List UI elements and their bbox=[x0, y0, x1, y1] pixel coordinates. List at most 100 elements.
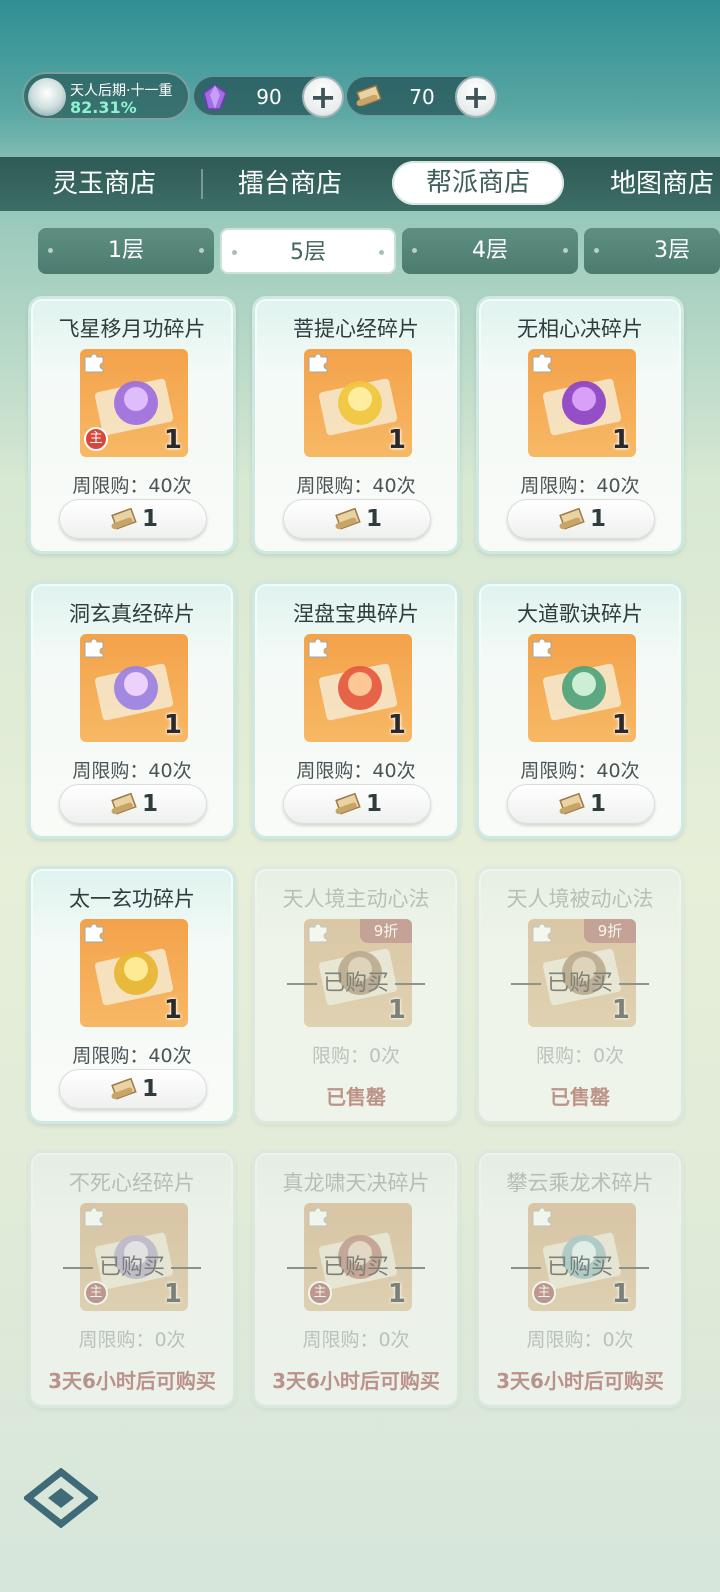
discount-badge: 9折 bbox=[360, 919, 412, 943]
buy-button[interactable]: 1 bbox=[507, 499, 655, 539]
purchased-label: 已购买 bbox=[322, 1255, 389, 1280]
tab-map-shop[interactable]: 地图商店 bbox=[610, 157, 714, 211]
fragment-piece-icon bbox=[532, 1207, 552, 1227]
shop-item-card[interactable]: 太一玄功碎片 1 周限购：40次 1 bbox=[28, 866, 236, 1124]
tab-guild-shop[interactable]: 帮派商店 bbox=[392, 161, 565, 205]
item-price: 1 bbox=[590, 506, 607, 532]
buy-button[interactable]: 1 bbox=[59, 784, 207, 824]
purchase-limit: 周限购：0次 bbox=[526, 1329, 634, 1351]
fragment-piece-icon bbox=[84, 1207, 104, 1227]
tab-divider bbox=[201, 169, 203, 199]
buy-button[interactable]: 1 bbox=[283, 784, 431, 824]
item-quantity: 1 bbox=[163, 710, 182, 740]
fragment-piece-icon bbox=[532, 353, 552, 373]
item-quantity: 1 bbox=[611, 995, 630, 1025]
fragment-piece-icon bbox=[308, 1207, 328, 1227]
item-image: 1 bbox=[528, 349, 636, 457]
item-price: 1 bbox=[366, 506, 383, 532]
shop-item-card[interactable]: 菩提心经碎片 1 周限购：40次 1 bbox=[252, 296, 460, 554]
fragment-piece-icon bbox=[532, 638, 552, 658]
purchase-limit: 周限购：40次 bbox=[296, 760, 416, 782]
item-image: 1 bbox=[304, 634, 412, 742]
item-title: 攀云乘龙术碎片 bbox=[506, 1171, 654, 1195]
item-image: 主1 bbox=[80, 349, 188, 457]
tab-ornament bbox=[594, 248, 599, 253]
purchase-limit: 周限购：40次 bbox=[296, 475, 416, 497]
floor-tab-1[interactable]: 1层 bbox=[38, 228, 214, 274]
fragment-piece-icon bbox=[308, 638, 328, 658]
realm-progress: 82.31% bbox=[70, 98, 137, 117]
purchase-limit: 限购：0次 bbox=[535, 1045, 625, 1067]
buy-button[interactable]: 1 bbox=[507, 784, 655, 824]
item-quantity: 1 bbox=[387, 710, 406, 740]
item-price: 1 bbox=[142, 506, 159, 532]
tab-ornament bbox=[232, 250, 237, 255]
shop-item-card[interactable]: 飞星移月功碎片 主 1 周限购：40次 1 bbox=[28, 296, 236, 554]
shop-item-card[interactable]: 天人境被动心法 9折 1 已购买 限购：0次 已售罄 bbox=[476, 866, 684, 1124]
scroll-token-icon bbox=[111, 507, 137, 530]
crystal-count: 90 bbox=[256, 85, 282, 109]
item-quantity: 1 bbox=[387, 425, 406, 455]
shop-item-card[interactable]: 不死心经碎片 主 1 已购买 周限购：0次 3天6小时后可购买 bbox=[28, 1150, 236, 1408]
item-quantity: 1 bbox=[387, 995, 406, 1025]
shop-item-card[interactable]: 涅盘宝典碎片 1 周限购：40次 1 bbox=[252, 581, 460, 839]
fragment-piece-icon bbox=[84, 353, 104, 373]
item-title: 无相心决碎片 bbox=[517, 317, 643, 341]
item-image: 1 bbox=[528, 634, 636, 742]
fragment-piece-icon bbox=[84, 923, 104, 943]
shop-item-card[interactable]: 无相心决碎片 1 周限购：40次 1 bbox=[476, 296, 684, 554]
purchased-overlay: 已购买 bbox=[31, 1249, 233, 1281]
currency-scroll: 70 + bbox=[346, 76, 497, 118]
game-logo-icon[interactable] bbox=[24, 1468, 98, 1528]
item-image: 1 bbox=[80, 919, 188, 1027]
tab-ornament bbox=[199, 248, 204, 253]
floor-tab-3[interactable]: 3层 bbox=[584, 228, 720, 274]
tab-lingyu-shop[interactable]: 灵玉商店 bbox=[52, 157, 156, 211]
shop-tab-bar: 灵玉商店 擂台商店 帮派商店 地图商店 bbox=[0, 157, 720, 211]
buy-button[interactable]: 1 bbox=[283, 499, 431, 539]
floor-tab-4[interactable]: 4层 bbox=[402, 228, 578, 274]
item-status: 3天6小时后可购买 bbox=[48, 1369, 216, 1393]
shop-item-card[interactable]: 大道歌诀碎片 1 周限购：40次 1 bbox=[476, 581, 684, 839]
shop-item-card[interactable]: 攀云乘龙术碎片 主 1 已购买 周限购：0次 3天6小时后可购买 bbox=[476, 1150, 684, 1408]
tab-arena-shop[interactable]: 擂台商店 bbox=[238, 157, 342, 211]
item-price: 1 bbox=[366, 791, 383, 817]
purchase-limit: 周限购：0次 bbox=[302, 1329, 410, 1351]
item-status: 3天6小时后可购买 bbox=[496, 1369, 664, 1393]
scroll-token-icon bbox=[111, 1077, 137, 1100]
currency-crystal: 90 + bbox=[193, 76, 344, 118]
shop-item-card[interactable]: 真龙啸天决碎片 主 1 已购买 周限购：0次 3天6小时后可购买 bbox=[252, 1150, 460, 1408]
shop-item-card[interactable]: 天人境主动心法 9折 1 已购买 限购：0次 已售罄 bbox=[252, 866, 460, 1124]
realm-name: 天人后期·十一重 bbox=[70, 83, 173, 99]
add-crystal-button[interactable]: + bbox=[302, 76, 344, 118]
item-quantity: 1 bbox=[163, 1279, 182, 1309]
main-skill-badge: 主 bbox=[532, 1281, 556, 1305]
tab-ornament bbox=[412, 248, 417, 253]
shop-item-card[interactable]: 洞玄真经碎片 1 周限购：40次 1 bbox=[28, 581, 236, 839]
item-quantity: 1 bbox=[163, 425, 182, 455]
fragment-piece-icon bbox=[532, 923, 552, 943]
scroll-token-icon bbox=[335, 792, 361, 815]
main-skill-badge: 主 bbox=[308, 1281, 332, 1305]
add-scroll-button[interactable]: + bbox=[455, 76, 497, 118]
purchase-limit: 周限购：40次 bbox=[72, 475, 192, 497]
fragment-piece-icon bbox=[308, 923, 328, 943]
realm-progress-pill[interactable]: 天人后期·十一重 82.31% bbox=[22, 72, 190, 120]
fragment-piece-icon bbox=[84, 638, 104, 658]
buy-button[interactable]: 1 bbox=[59, 499, 207, 539]
item-title: 涅盘宝典碎片 bbox=[293, 602, 419, 626]
tab-ornament bbox=[379, 250, 384, 255]
scroll-token-icon bbox=[559, 507, 585, 530]
item-title: 真龙啸天决碎片 bbox=[282, 1171, 430, 1195]
item-quantity: 1 bbox=[611, 425, 630, 455]
item-image: 1 bbox=[304, 349, 412, 457]
purchased-overlay: 已购买 bbox=[479, 1249, 681, 1281]
floor-tab-5[interactable]: 5层 bbox=[220, 228, 396, 274]
purchase-limit: 限购：0次 bbox=[311, 1045, 401, 1067]
purchased-overlay: 已购买 bbox=[255, 1249, 457, 1281]
buy-button[interactable]: 1 bbox=[59, 1069, 207, 1109]
floor-tab-label: 3层 bbox=[654, 238, 690, 263]
item-status: 已售罄 bbox=[550, 1085, 610, 1109]
floor-tab-label: 5层 bbox=[290, 240, 326, 265]
purchase-limit: 周限购：0次 bbox=[78, 1329, 186, 1351]
